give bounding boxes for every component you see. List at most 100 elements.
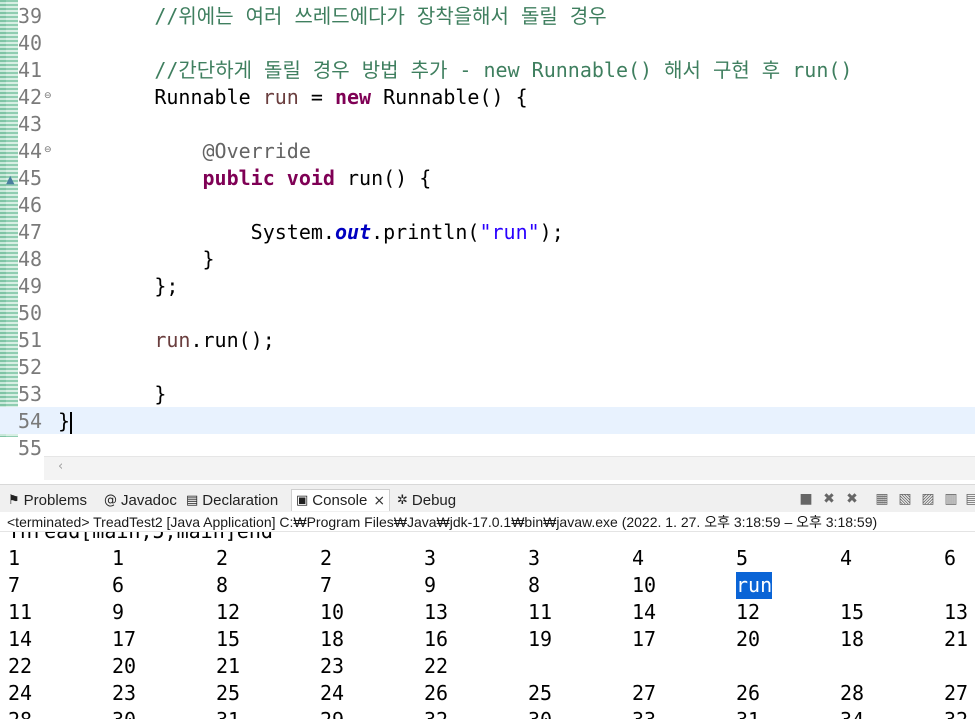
- tab-label: Javadoc: [121, 491, 177, 509]
- line-number: 45: [18, 166, 43, 190]
- console-value: 33: [632, 707, 656, 719]
- console-line: 24 23 25 24 26 25 27 26 28 27: [0, 680, 975, 707]
- code-line[interactable]: 54}: [0, 407, 975, 434]
- display-selected-console-icon[interactable]: ▥: [941, 489, 961, 509]
- code-line[interactable]: 42 ⊖ Runnable run = new Runnable() {: [0, 83, 975, 110]
- code-line[interactable]: 53 }: [0, 380, 975, 407]
- console-value: 22: [8, 654, 33, 678]
- console-value: 23: [320, 654, 345, 678]
- code-line[interactable]: 49 };: [0, 272, 975, 299]
- line-number: 54: [18, 409, 43, 433]
- tab-label: Debug: [411, 491, 457, 509]
- console-value: 13: [424, 600, 449, 624]
- terminate-icon[interactable]: ■: [796, 489, 816, 509]
- remove-all-terminated-icon[interactable]: ✖: [842, 489, 862, 509]
- open-console-icon[interactable]: ▤: [962, 489, 975, 509]
- console-value: 20: [736, 627, 761, 651]
- fold-toggle-icon[interactable]: ⊖: [44, 145, 52, 155]
- line-number: 39: [18, 4, 43, 28]
- scroll-left-arrow-icon[interactable]: ‹: [58, 459, 63, 474]
- code-line[interactable]: 40: [0, 29, 975, 56]
- console-value: 18: [320, 627, 345, 651]
- tab-javadoc[interactable]: @ Javadoc: [104, 489, 177, 511]
- line-number: 53: [18, 382, 43, 406]
- console-value: 6: [112, 573, 125, 597]
- code-line[interactable]: 41 //간단하게 돌릴 경우 방법 추가 - new Runnable() 해…: [0, 56, 975, 83]
- code-token: };: [154, 274, 179, 298]
- code-text: System.out.println("run");: [58, 219, 564, 245]
- code-line[interactable]: 44 ⊖ @Override: [0, 137, 975, 164]
- console-output[interactable]: Thread[main,5,main]end112233454676879810…: [0, 532, 975, 719]
- code-line[interactable]: 46: [0, 191, 975, 218]
- line-number: 44: [18, 139, 43, 163]
- javadoc-icon: @: [104, 492, 117, 508]
- console-value: 10: [632, 573, 657, 597]
- code-token: @Override: [202, 139, 311, 163]
- code-line[interactable]: 47 System.out.println("run");: [0, 218, 975, 245]
- code-line[interactable]: 45 public void run() {: [0, 164, 975, 191]
- code-line[interactable]: 48 }: [0, 245, 975, 272]
- fold-toggle-icon[interactable]: ⊖: [44, 91, 52, 101]
- console-line: 14 17 15 18 16 19 17 20 18 21: [0, 626, 975, 653]
- console-value: 8: [216, 573, 229, 597]
- remove-launch-icon[interactable]: ✖: [819, 489, 839, 509]
- scroll-lock-icon[interactable]: ▧: [895, 489, 915, 509]
- console-value: 32: [944, 707, 968, 719]
- console-value: 32: [424, 707, 448, 719]
- code-token: System.: [250, 220, 335, 244]
- clear-console-icon[interactable]: ▦: [872, 489, 892, 509]
- console-value: 27: [632, 681, 657, 705]
- code-editor[interactable]: 39 //위에는 여러 쓰레드에다가 장착을해서 돌릴 경우 40 41 //간단하…: [0, 0, 975, 482]
- code-line[interactable]: 39 //위에는 여러 쓰레드에다가 장착을해서 돌릴 경우: [0, 2, 975, 29]
- editor-horizontal-scrollbar[interactable]: ‹: [44, 456, 975, 480]
- code-text: };: [58, 273, 178, 299]
- code-token: Runnable: [154, 85, 263, 109]
- tab-debug[interactable]: ✲ Debug: [397, 489, 456, 511]
- tab-label: Console: [312, 492, 368, 509]
- code-line[interactable]: 43: [0, 110, 975, 137]
- tab-declaration[interactable]: ▤ Declaration: [186, 489, 278, 511]
- tab-console[interactable]: ▣ Console ×: [291, 489, 391, 511]
- line-number: 48: [18, 247, 43, 271]
- console-value: 21: [944, 627, 969, 651]
- console-value: 25: [528, 681, 553, 705]
- code-token: out: [334, 220, 372, 244]
- console-value: 13: [944, 600, 969, 624]
- console-value: 10: [320, 600, 345, 624]
- code-token: }: [58, 409, 71, 433]
- console-value: 29: [320, 707, 344, 719]
- tab-label: Problems: [23, 491, 88, 509]
- text-caret: [70, 411, 73, 434]
- console-value: 4: [840, 546, 853, 570]
- line-number: 49: [18, 274, 43, 298]
- close-icon[interactable]: ×: [373, 493, 385, 509]
- console-value: 26: [736, 681, 761, 705]
- code-token: //간단하게 돌릴 경우 방법 추가 - new Runnable() 해서 구…: [154, 58, 853, 82]
- console-line: 1 1 2 2 3 3 4 5 4 6: [0, 545, 975, 572]
- console-value: 24: [320, 681, 345, 705]
- console-value: 14: [632, 600, 657, 624]
- tab-problems[interactable]: ⚑ Problems: [8, 489, 87, 511]
- code-line[interactable]: 50: [0, 299, 975, 326]
- code-line[interactable]: 52: [0, 353, 975, 380]
- console-value: 14: [8, 627, 33, 651]
- console-value: 26: [424, 681, 449, 705]
- code-token: public: [202, 166, 275, 190]
- console-value: 17: [632, 627, 657, 651]
- code-token: =: [298, 85, 335, 109]
- console-value: 1: [8, 546, 21, 570]
- console-value: 25: [216, 681, 241, 705]
- code-token: .run();: [190, 328, 275, 352]
- console-value: 23: [112, 681, 137, 705]
- pin-console-icon[interactable]: ▨: [918, 489, 938, 509]
- line-number: 47: [18, 220, 43, 244]
- code-token: void: [286, 166, 335, 190]
- console-value: 9: [424, 573, 437, 597]
- code-line[interactable]: 51 run.run();: [0, 326, 975, 353]
